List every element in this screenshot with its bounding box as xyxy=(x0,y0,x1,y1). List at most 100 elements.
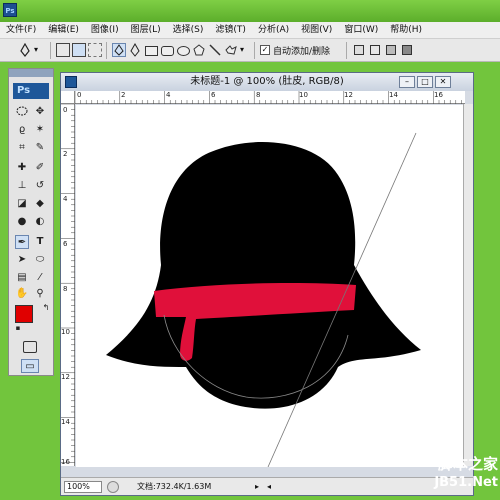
path-combine-subtract-icon[interactable] xyxy=(368,43,382,57)
ruler-label: 8 xyxy=(256,91,261,99)
horizontal-ruler[interactable]: 0 2 4 6 8 10 12 14 16 xyxy=(75,91,465,104)
pen-tool-icon[interactable]: ✒ xyxy=(15,235,29,249)
auto-add-delete-checkbox[interactable]: ✓ xyxy=(260,45,270,55)
ruler-label: 10 xyxy=(299,91,308,99)
hand-tool-icon[interactable]: ✋ xyxy=(15,287,29,301)
menu-bar: 文件(F) 编辑(E) 图像(I) 图层(L) 选择(S) 滤镜(T) 分析(A… xyxy=(0,22,500,39)
menu-view[interactable]: 视图(V) xyxy=(295,22,338,39)
paths-mode-icon[interactable] xyxy=(72,43,86,57)
document-canvas[interactable] xyxy=(76,105,463,467)
site-watermark: 脚本之家 JB51.Net xyxy=(418,454,498,498)
path-combine-add-icon[interactable] xyxy=(352,43,366,57)
menu-window[interactable]: 窗口(W) xyxy=(338,22,384,39)
shape-layers-mode-icon[interactable] xyxy=(56,43,70,57)
status-info-icon[interactable] xyxy=(107,481,119,493)
history-brush-icon[interactable]: ↺ xyxy=(33,179,47,193)
close-icon[interactable]: ✕ xyxy=(435,76,451,88)
zoom-field[interactable]: 100% xyxy=(64,481,102,493)
options-bar: ▾ ▾ ✓ 自动添加/删除 xyxy=(0,39,500,62)
ruler-label: 16 xyxy=(434,91,443,99)
line-icon[interactable] xyxy=(208,43,222,57)
rounded-rectangle-icon[interactable] xyxy=(160,43,174,57)
ruler-label: 6 xyxy=(211,91,216,99)
type-tool-icon[interactable]: T xyxy=(33,235,47,249)
dodge-tool-icon[interactable]: ◐ xyxy=(33,215,47,229)
freeform-pen-icon[interactable] xyxy=(128,42,142,57)
ellipse-shape-icon[interactable]: ⬭ xyxy=(33,253,47,267)
rectangle-icon[interactable] xyxy=(144,43,158,57)
magic-wand-icon[interactable]: ✶ xyxy=(33,123,47,137)
photoshop-app-icon[interactable]: Ps xyxy=(3,3,17,17)
ruler-label: 2 xyxy=(63,150,68,158)
maximize-icon[interactable]: □ xyxy=(417,76,433,88)
tools-panel-header[interactable] xyxy=(9,69,53,77)
notes-tool-icon[interactable]: ▤ xyxy=(15,271,29,285)
menu-image[interactable]: 图像(I) xyxy=(85,22,125,39)
paint-bucket-icon[interactable]: ◆ xyxy=(33,197,47,211)
scroll-left-arrow-icon[interactable]: ◂ xyxy=(267,482,271,491)
move-tool-icon[interactable]: ✥ xyxy=(33,105,47,119)
watermark-line1: 脚本之家 xyxy=(437,455,498,473)
ruler-origin[interactable] xyxy=(61,91,75,104)
menu-layer[interactable]: 图层(L) xyxy=(125,22,167,39)
ruler-label: 4 xyxy=(166,91,171,99)
menu-analysis[interactable]: 分析(A) xyxy=(252,22,295,39)
brush-tool-icon[interactable]: ✐ xyxy=(33,161,47,175)
ruler-label: 8 xyxy=(63,285,68,293)
ruler-label: 0 xyxy=(63,106,68,114)
slice-tool-icon[interactable]: ✎ xyxy=(33,141,47,155)
ruler-label: 16 xyxy=(61,458,70,466)
swap-colors-icon[interactable]: ↰ xyxy=(39,301,53,315)
chevron-down-icon[interactable]: ▾ xyxy=(34,43,48,57)
menu-help[interactable]: 帮助(H) xyxy=(384,22,428,39)
lasso-tool-icon[interactable]: ϱ xyxy=(15,123,29,137)
black-body-shape xyxy=(106,142,421,409)
ruler-label: 4 xyxy=(63,195,68,203)
crop-tool-icon[interactable]: ⌗ xyxy=(15,141,29,155)
minimize-icon[interactable]: – xyxy=(399,76,415,88)
ellipse-icon[interactable] xyxy=(176,43,190,57)
custom-shape-icon[interactable] xyxy=(224,43,238,57)
ruler-label: 14 xyxy=(389,91,398,99)
ruler-label: 14 xyxy=(61,418,70,426)
ruler-label: 12 xyxy=(344,91,353,99)
menu-select[interactable]: 选择(S) xyxy=(167,22,210,39)
menu-file[interactable]: 文件(F) xyxy=(0,22,42,39)
marquee-tool-icon[interactable] xyxy=(15,105,29,119)
path-combine-intersect-icon[interactable] xyxy=(384,43,398,57)
default-colors-icon[interactable]: ▪ xyxy=(11,321,25,335)
ruler-label: 10 xyxy=(61,328,70,336)
document-size-info: 文档:732.4K/1.63M xyxy=(137,482,212,491)
canvas-artwork xyxy=(106,132,421,467)
status-menu-arrow-icon[interactable]: ▸ xyxy=(255,482,259,491)
path-combine-exclude-icon[interactable] xyxy=(400,43,414,57)
ps-badge[interactable]: Ps xyxy=(13,83,49,99)
zoom-tool-icon[interactable]: ⚲ xyxy=(33,287,47,301)
blur-tool-icon[interactable]: ● xyxy=(15,215,29,229)
chevron-down-icon[interactable]: ▾ xyxy=(240,43,254,57)
menu-filter[interactable]: 滤镜(T) xyxy=(209,22,252,39)
ruler-label: 0 xyxy=(77,91,82,99)
eraser-tool-icon[interactable]: ◪ xyxy=(15,197,29,211)
document-window: 未标题-1 @ 100% (肚皮, RGB/8) – □ ✕ 0 2 4 6 8… xyxy=(60,72,474,496)
quick-mask-icon[interactable] xyxy=(23,341,37,355)
clone-stamp-icon[interactable]: ⊥ xyxy=(15,179,29,193)
path-selection-icon[interactable]: ➤ xyxy=(15,253,29,267)
fill-pixels-mode-icon[interactable] xyxy=(88,43,102,57)
menu-edit[interactable]: 编辑(E) xyxy=(42,22,85,39)
pen-tool-preset-icon[interactable] xyxy=(18,42,32,57)
vertical-scrollbar[interactable] xyxy=(463,104,473,466)
watermark-line2: JB51.Net xyxy=(434,475,498,490)
auto-add-delete-label: 自动添加/删除 xyxy=(273,47,331,57)
screen-mode-icon[interactable]: ▭ xyxy=(21,359,39,373)
tools-panel: Ps ✥ ϱ ✶ ⌗ ✎ ✚ ✐ ⊥ ↺ ◪ ◆ ● ◐ ✒ T ➤ ⬭ ▤ ⁄… xyxy=(8,68,54,376)
vertical-ruler[interactable]: 0 2 4 6 8 10 12 14 16 xyxy=(61,104,75,466)
document-title-bar[interactable]: 未标题-1 @ 100% (肚皮, RGB/8) – □ ✕ xyxy=(61,73,473,91)
status-bar: 100% 文档:732.4K/1.63M ▸ ◂ xyxy=(61,477,473,495)
ruler-label: 2 xyxy=(121,91,126,99)
polygon-icon[interactable] xyxy=(192,43,206,57)
eyedropper-icon[interactable]: ⁄ xyxy=(33,271,47,285)
ruler-label: 12 xyxy=(61,373,70,381)
pen-icon[interactable] xyxy=(112,43,126,57)
healing-brush-icon[interactable]: ✚ xyxy=(15,161,29,175)
